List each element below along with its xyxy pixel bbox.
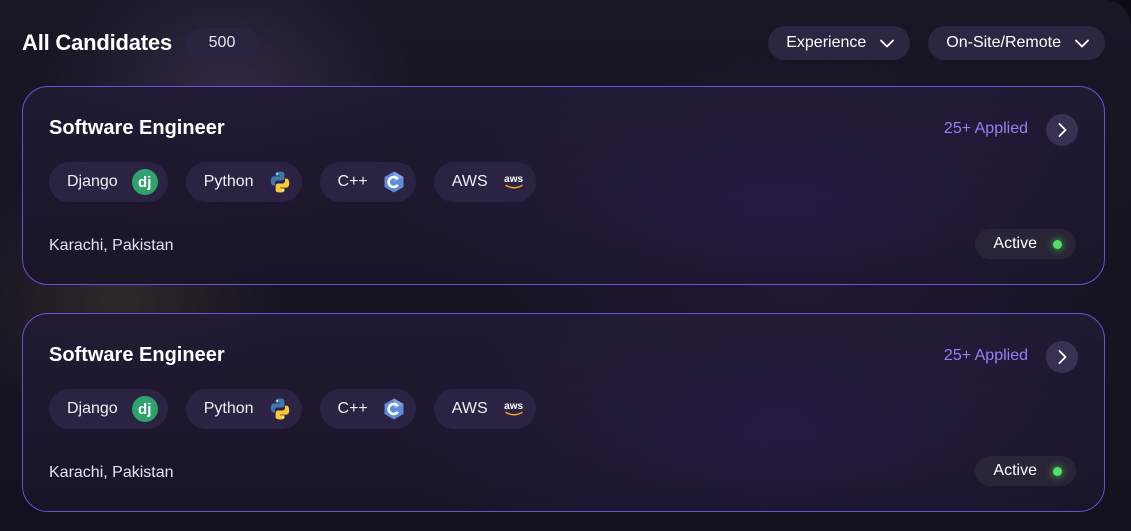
applied-count-link[interactable]: 25+ Applied xyxy=(944,120,1028,138)
page-title: All Candidates xyxy=(22,30,173,55)
cpp-logo-icon xyxy=(382,170,406,194)
aws-logo-icon: aws xyxy=(502,397,526,421)
skill-label: AWS xyxy=(451,173,488,190)
django-logo-icon: dj xyxy=(131,396,158,422)
cpp-logo-icon xyxy=(382,397,406,421)
skill-label: Django xyxy=(67,173,118,190)
skill-tag-aws: AWS aws xyxy=(433,162,536,202)
chevron-right-icon xyxy=(1058,350,1067,364)
work-mode-filter-dropdown[interactable]: On-Site/Remote xyxy=(928,26,1105,60)
skill-label: Django xyxy=(67,400,118,417)
open-job-button[interactable] xyxy=(1046,114,1078,146)
chevron-down-icon xyxy=(880,36,895,50)
job-location: Karachi, Pakistan xyxy=(49,464,174,481)
django-logo-icon: dj xyxy=(131,169,158,195)
skill-tag-cpp: C++ xyxy=(319,162,416,202)
chevron-down-icon xyxy=(1075,36,1089,50)
panel-header: All Candidates 500 Experience On-Site/Re… xyxy=(22,26,1105,60)
job-title: Software Engineer xyxy=(49,117,225,139)
skill-tag-cpp: C++ xyxy=(319,389,416,429)
job-title: Software Engineer xyxy=(49,344,225,366)
job-card[interactable]: Software Engineer 25+ Applied Django dj … xyxy=(22,313,1105,512)
skill-tag-python: Python xyxy=(185,162,302,202)
status-badge: Active xyxy=(975,229,1076,259)
experience-filter-label: Experience xyxy=(786,34,867,51)
chevron-right-icon xyxy=(1058,123,1067,137)
experience-filter-dropdown[interactable]: Experience xyxy=(768,26,911,60)
status-dot-icon xyxy=(1053,466,1062,476)
job-location: Karachi, Pakistan xyxy=(49,237,174,254)
skill-tag-aws: AWS aws xyxy=(433,389,536,429)
candidates-panel: All Candidates 500 Experience On-Site/Re… xyxy=(0,0,1131,531)
skill-label: Python xyxy=(203,400,254,417)
status-badge: Active xyxy=(975,456,1076,486)
skill-tag-django: Django dj xyxy=(49,162,168,202)
skill-tags: Django dj Python C++ AWS aws xyxy=(49,162,536,202)
status-label: Active xyxy=(993,462,1037,479)
skill-tags: Django dj Python C++ AWS aws xyxy=(49,389,536,429)
applied-count-link[interactable]: 25+ Applied xyxy=(944,347,1028,365)
skill-tag-django: Django dj xyxy=(49,389,168,429)
skill-label: C++ xyxy=(337,173,368,190)
candidates-count-badge: 500 xyxy=(186,28,259,58)
python-logo-icon xyxy=(268,397,292,421)
work-mode-filter-label: On-Site/Remote xyxy=(946,34,1061,51)
job-card[interactable]: Software Engineer 25+ Applied Django dj … xyxy=(22,86,1105,285)
filter-bar: Experience On-Site/Remote xyxy=(768,26,1105,60)
python-logo-icon xyxy=(268,170,292,194)
skill-label: C++ xyxy=(337,400,368,417)
skill-label: Python xyxy=(203,173,254,190)
skill-tag-python: Python xyxy=(185,389,302,429)
aws-logo-icon: aws xyxy=(502,170,526,194)
skill-label: AWS xyxy=(451,400,488,417)
open-job-button[interactable] xyxy=(1046,341,1078,373)
status-dot-icon xyxy=(1053,239,1062,249)
status-label: Active xyxy=(993,235,1037,252)
